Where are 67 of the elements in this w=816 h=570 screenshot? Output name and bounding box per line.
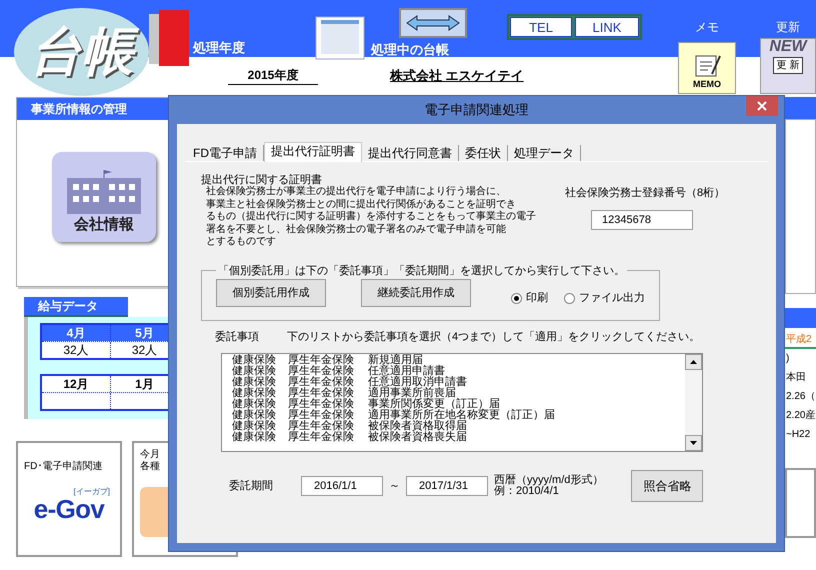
list-item[interactable]: 健康保険 厚生年金保険 適用事業所所在地名称変更（訂正）届 <box>232 410 685 421</box>
items-hint: 下のリストから委託事項を選択（4つまで）して「適用」をクリックしてください。 <box>287 330 700 344</box>
group-legend: 「個別委託用」は下の「委託事項」「委託期間」を選択してから実行して下さい。 <box>216 262 627 279</box>
update-label: 更新 <box>776 19 800 36</box>
radio-option[interactable]: 印刷 <box>511 290 548 306</box>
headcount-cell-text: 32人 <box>62 342 90 358</box>
tel-button[interactable]: TEL <box>510 17 572 37</box>
description-text: 社会保険労務士が事業主の提出代行を電子申請により行う場合に、 事業主と社会保険労務士との間に提出代行関係があることを証明でき るもの（提出代行に関する証明書）を添付することをもって事業主の電子 署名を不要とし、社会保険労務士の電子署名のみで電子申請を可能 とするものです <box>205 186 537 248</box>
info-text: 2.26（ <box>786 390 816 404</box>
list-item[interactable]: 健康保険 厚生年金保険 任意適用取消申請書 <box>232 377 685 388</box>
items-label: 委託事項 <box>215 330 259 344</box>
tab[interactable]: 提出代行証明書 <box>264 142 362 162</box>
card-title: 今月 各種 <box>140 449 161 473</box>
items-list[interactable]: 健康保険 厚生年金保険 新規適用届 健康保険 厚生年金保険 任意適用申請書 健康保険 厚生年金保険 任意適用取消申請書 健康保険 厚生年金保険 適用事業所前喪届 健康保険 厚生年金保険 事業所関係変更（訂正）届 健康保険 厚生年金保険 適用事業所所在地名称変更（訂正）届 健康保険 厚生年金保険 被保険者資格取得届 健康保険 厚生年金保険 被保険者資格喪失届 <box>221 353 703 452</box>
close-button[interactable] <box>746 96 778 116</box>
company-info-button[interactable]: 会社情報 <box>52 152 156 242</box>
radio-option[interactable]: ファイル出力 <box>564 290 645 306</box>
period-separator: ～ <box>389 478 400 494</box>
card-title: FD･電子申請関連 <box>24 460 104 474</box>
scrollbar[interactable] <box>685 354 702 451</box>
list-item[interactable]: 健康保険 厚生年金保険 任意適用申請書 <box>232 366 685 377</box>
list-item[interactable]: 健康保険 厚生年金保険 事業所関係変更（訂正）届 <box>232 399 685 410</box>
swap-button[interactable] <box>399 8 467 38</box>
list-item[interactable]: 健康保険 厚生年金保険 適用事業所前喪届 <box>232 388 685 399</box>
dialog-title: 電子申請関連処理 <box>424 101 528 120</box>
format-example: 例：2010/4/1 <box>494 486 559 497</box>
menu-card[interactable] <box>785 468 816 538</box>
scroll-up-icon[interactable] <box>685 354 702 370</box>
calendar-icon <box>315 16 365 60</box>
period-start-field[interactable]: 2016/1/1 <box>301 476 383 496</box>
month-header: 4月 <box>42 325 110 341</box>
double-arrow-icon <box>405 14 461 32</box>
ledger-label: 処理中の台帳 <box>371 41 450 59</box>
panel-title: 給与データ <box>24 297 128 317</box>
list-item[interactable]: 健康保険 厚生年金保険 被保険者資格取得届 <box>232 421 685 432</box>
panel-title-bar <box>785 308 816 328</box>
fiscal-year: 2015年度 <box>228 66 318 85</box>
link-button[interactable]: LINK <box>575 17 639 37</box>
period-end-field[interactable]: 2017/1/31 <box>406 476 488 496</box>
company-name: 株式会社 エスケイテイ <box>390 67 524 85</box>
list-item[interactable]: 健康保険 厚生年金保険 新規適用届 <box>232 355 685 366</box>
registration-label: 社会保険労務士登録番号（8桁） <box>565 186 726 201</box>
update-button[interactable]: NEW 更 新 <box>760 38 816 94</box>
memo-button[interactable]: MEMO <box>678 42 736 94</box>
app-logo: 台帳 <box>14 8 149 96</box>
list-item[interactable]: 健康保険 厚生年金保険 被保険者資格喪失届 <box>232 432 685 443</box>
era-text: 平成2 <box>785 332 813 347</box>
format-note: 西暦（yyyy/m/d形式） <box>494 475 604 486</box>
panel-title-bar <box>785 97 816 119</box>
binder-icon <box>149 8 191 66</box>
year-label: 処理年度 <box>193 40 245 55</box>
info-text: 2.20産 <box>786 408 816 423</box>
memo-label: メモ <box>695 19 719 36</box>
menu-card[interactable]: FD･電子申請関連 [イーガブ] e-Gov <box>16 441 122 557</box>
period-label: 委託期間 <box>229 478 273 494</box>
building-icon <box>65 170 143 214</box>
info-text: 本田 <box>786 370 807 385</box>
section-heading: 提出代行に関する証明書 <box>201 174 323 186</box>
egov-logo: [イーガブ] e-Gov <box>32 488 111 522</box>
skip-verification-button[interactable]: 照合省略 <box>631 470 704 502</box>
create-button[interactable]: 個別委託用作成 <box>216 279 326 307</box>
close-icon <box>757 101 767 111</box>
info-text: ~H22 <box>786 428 812 442</box>
registration-field[interactable]: 12345678 <box>591 210 693 230</box>
scroll-down-icon[interactable] <box>685 435 702 451</box>
info-text: ) <box>786 352 790 366</box>
create-button[interactable]: 継続委託用作成 <box>361 279 471 307</box>
